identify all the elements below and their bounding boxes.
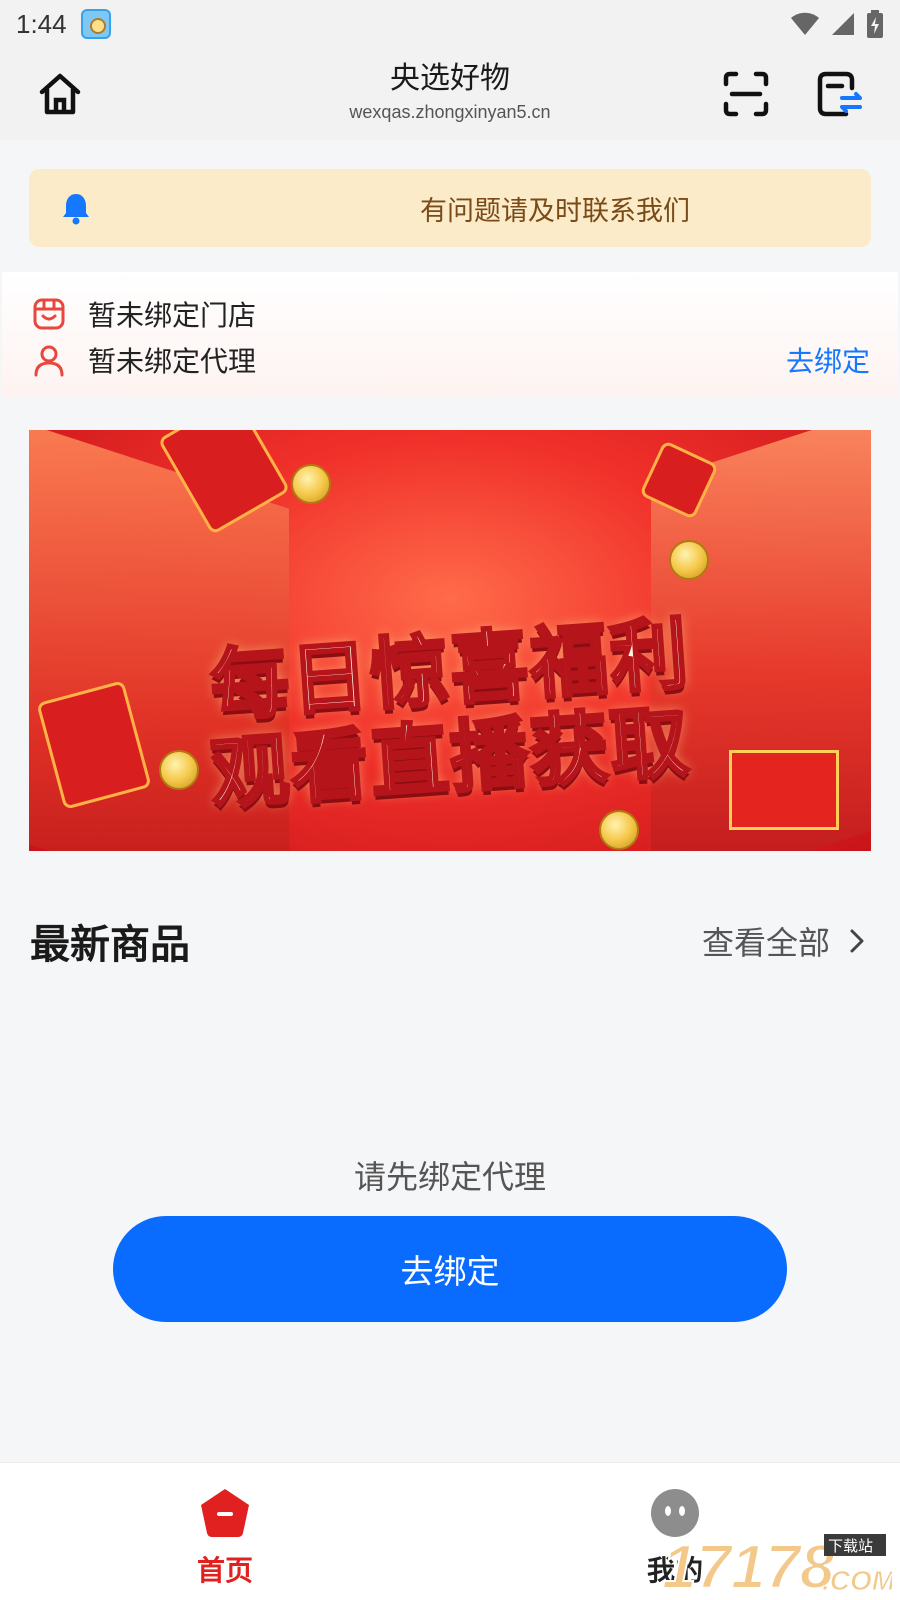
section-title: 最新商品 [30,922,190,968]
tab-home-label: 首页 [196,1554,253,1587]
agent-status-text: 暂未绑定代理 [88,345,257,378]
user-icon [34,345,64,377]
watermark-logo: 17178 下载站 .COM [662,1532,892,1596]
store-icon [33,298,65,330]
bind-link[interactable]: 去绑定 [786,340,870,380]
promo-banner[interactable]: 每日惊喜福利 观看直播获取 [29,430,871,851]
page-url: wexqas.zhongxinyan5.cn [349,102,551,122]
page-title: 央选好物 [390,61,510,96]
signal-icon [832,13,854,35]
empty-state-message: 请先绑定代理 [353,1158,546,1196]
notice-bar[interactable]: 有问题请及时联系我们 [29,169,871,247]
status-indicators [790,9,884,39]
store-binding-row: 暂未绑定门店 [32,292,256,336]
battery-charging-icon [867,10,883,38]
svg-text:.COM: .COM [822,1565,892,1596]
status-bar: 1:44 [0,0,900,48]
home-icon[interactable] [36,70,84,118]
app-notification-icon [80,9,111,39]
svg-text:下载站: 下载站 [828,1537,873,1555]
bind-agent-button[interactable]: 去绑定 [113,1216,787,1322]
gold-coin-image [291,464,331,504]
gold-coin-image [669,540,709,580]
browser-toolbar: 央选好物 wexqas.zhongxinyan5.cn [0,48,900,140]
store-status-text: 暂未绑定门店 [88,299,257,332]
scan-icon[interactable] [722,70,770,118]
agent-binding-row: 暂未绑定代理 [32,338,256,382]
view-all-link[interactable]: 查看全部 [702,918,870,964]
gold-coin-image [599,810,639,850]
chevron-right-icon [850,929,864,953]
view-all-label: 查看全部 [701,924,830,962]
wifi-icon [791,12,819,35]
switch-account-icon[interactable] [816,70,864,118]
tab-home[interactable]: 首页 [145,1485,305,1589]
status-time: 1:44 [16,8,67,39]
notice-text: 有问题请及时联系我们 [420,196,690,227]
binding-status-card: 暂未绑定门店 暂未绑定代理 去绑定 [2,272,898,398]
home-tab-icon [201,1489,249,1537]
svg-text:17178: 17178 [662,1533,835,1596]
title-block: 央选好物 wexqas.zhongxinyan5.cn [250,58,650,124]
